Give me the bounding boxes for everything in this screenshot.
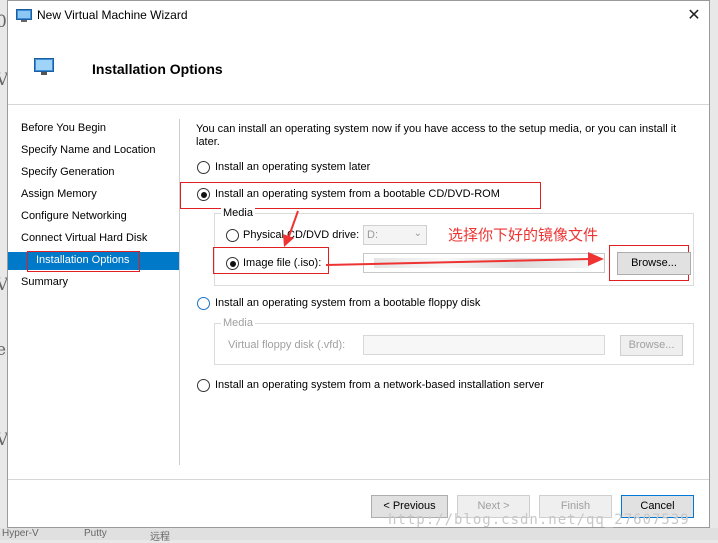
option-network-label: Install an operating system from a netwo… <box>215 379 544 391</box>
floppy-media-label: Media <box>221 317 255 329</box>
image-file-path-input[interactable] <box>363 253 605 273</box>
floppy-browse-label: Browse... <box>628 339 675 351</box>
image-file-label: Image file (.iso): <box>243 257 322 269</box>
option-later-label: Install an operating system later <box>215 161 371 173</box>
nav-item-connect-vhd[interactable]: Connect Virtual Hard Disk <box>21 232 147 244</box>
window-title: New Virtual Machine Wizard <box>37 8 188 22</box>
previous-label: < Previous <box>383 500 436 512</box>
radio-install-later[interactable] <box>197 161 210 174</box>
nav-item-summary[interactable]: Summary <box>21 276 68 288</box>
redacted-path <box>374 258 589 268</box>
taskbar-item[interactable]: Putty <box>84 528 107 539</box>
option-floppy-label: Install an operating system from a boota… <box>215 297 481 309</box>
floppy-file-label: Virtual floppy disk (.vfd): <box>228 339 346 351</box>
installation-options-icon <box>34 58 54 75</box>
hyper-v-app-icon <box>16 9 32 22</box>
chevron-down-icon: ⌄ <box>413 228 422 239</box>
floppy-file-input[interactable] <box>363 335 605 355</box>
nav-item-specify-generation[interactable]: Specify Generation <box>21 166 115 178</box>
nav-item-specify-name[interactable]: Specify Name and Location <box>21 144 156 156</box>
browse-iso-button[interactable]: Browse... <box>617 252 691 275</box>
nav-item-assign-memory[interactable]: Assign Memory <box>21 188 97 200</box>
radio-install-cd[interactable] <box>197 188 210 201</box>
page-title: Installation Options <box>92 61 223 77</box>
annotation-text: 选择你下好的镜像文件 <box>448 226 599 244</box>
next-label: Next > <box>477 500 510 512</box>
taskbar: Hyper-V Putty 远程 <box>0 528 718 543</box>
background-fragment: 0 <box>0 12 7 32</box>
browse-floppy-button[interactable]: Browse... <box>620 335 683 356</box>
option-cd-label: Install an operating system from a boota… <box>215 188 500 200</box>
taskbar-item[interactable]: Hyper-V <box>2 528 39 539</box>
taskbar-item[interactable]: 远程 <box>150 528 170 543</box>
close-icon: ✕ <box>687 7 701 24</box>
installation-options-panel: You can install an operating system now … <box>180 105 710 479</box>
radio-install-network[interactable] <box>197 379 210 392</box>
close-button[interactable]: ✕ <box>679 1 709 31</box>
annotation-box <box>27 251 140 272</box>
intro-text: You can install an operating system now … <box>196 123 677 148</box>
cancel-label: Cancel <box>640 500 675 512</box>
finish-label: Finish <box>560 500 591 512</box>
wizard-steps-nav: Before You Begin Specify Name and Locati… <box>8 105 180 479</box>
wizard-header: Installation Options <box>8 31 709 105</box>
physical-drive-select[interactable]: D: ⌄ <box>363 225 427 245</box>
browse-label: Browse... <box>631 257 677 269</box>
radio-image-file[interactable] <box>226 257 239 270</box>
nav-item-before-you-begin[interactable]: Before You Begin <box>21 122 106 134</box>
physical-drive-label: Physical CD/DVD drive: <box>243 229 360 241</box>
radio-install-floppy[interactable] <box>197 297 210 310</box>
wizard-window: New Virtual Machine Wizard ✕ Installatio… <box>7 0 710 528</box>
media-group-label: Media <box>221 207 255 219</box>
watermark: http://blog.csdn.net/qq_27607539 <box>388 512 690 528</box>
background-fragment: e <box>0 340 7 360</box>
radio-physical-drive[interactable] <box>226 229 239 242</box>
nav-item-configure-networking[interactable]: Configure Networking <box>21 210 127 222</box>
title-bar: New Virtual Machine Wizard ✕ <box>8 1 709 31</box>
physical-drive-value: D: <box>367 229 378 241</box>
